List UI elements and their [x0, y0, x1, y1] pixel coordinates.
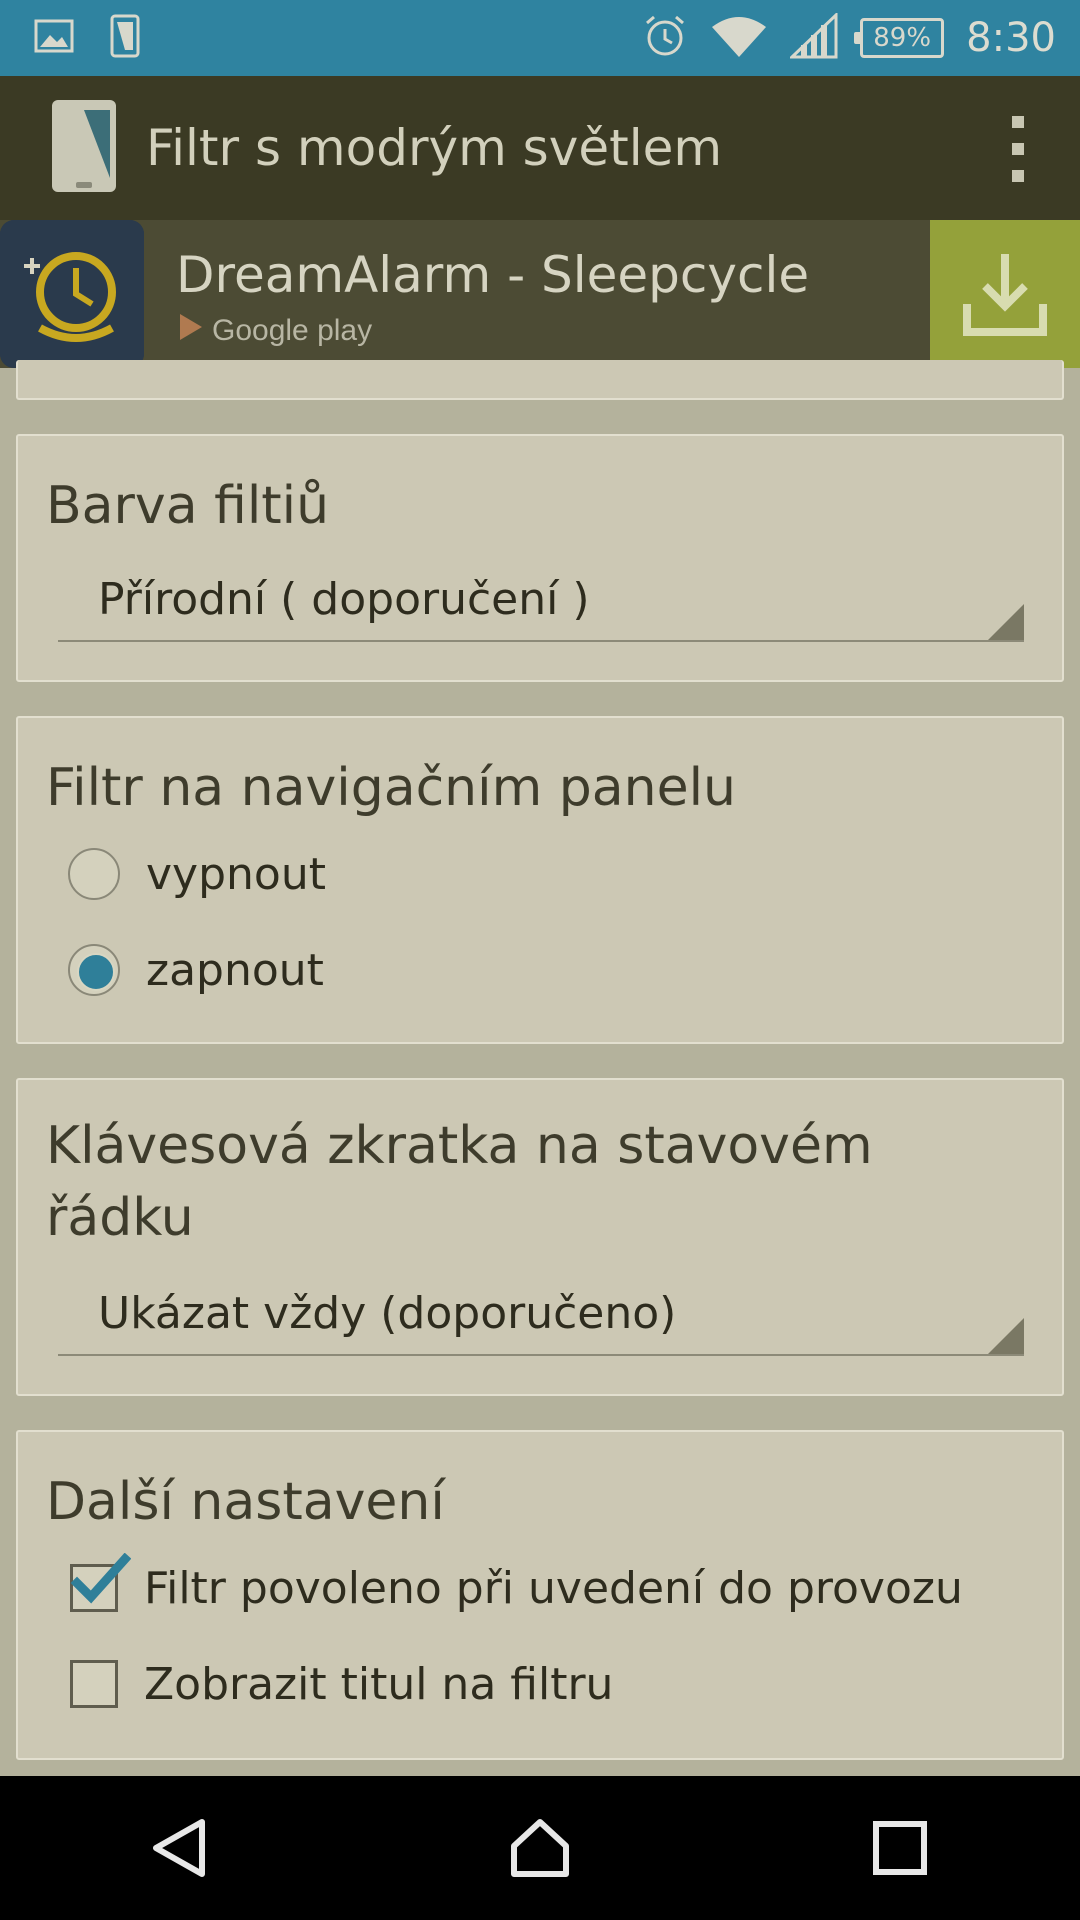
other-settings-title: Další nastavení	[46, 1472, 445, 1532]
action-bar: Filtr s modrým světlem	[0, 76, 1080, 220]
filter-color-value: Přírodní ( doporučení )	[98, 574, 590, 625]
phone-icon	[110, 14, 140, 62]
radio-option-off[interactable]: vypnout	[68, 844, 326, 904]
radio-option-on[interactable]: zapnout	[68, 940, 324, 1000]
ad-store-badge: Google play	[178, 312, 372, 350]
checkbox-title-label: Zobrazit titul na filtru	[144, 1658, 614, 1710]
radio-on-icon[interactable]	[68, 944, 120, 996]
back-button[interactable]	[120, 1788, 240, 1908]
checkbox-option-title[interactable]: Zobrazit titul na filtru	[70, 1654, 613, 1714]
radio-off-icon[interactable]	[68, 848, 120, 900]
home-icon	[511, 1819, 569, 1877]
shortcut-dropdown[interactable]: Ukázat vždy (doporučeno)	[58, 1280, 1024, 1356]
dropdown-arrow-icon	[988, 1318, 1024, 1354]
previous-card-fragment	[16, 360, 1064, 400]
dropdown-arrow-icon	[988, 604, 1024, 640]
recents-button[interactable]	[840, 1788, 960, 1908]
checkbox-checked-icon[interactable]	[70, 1553, 131, 1612]
overflow-menu-icon[interactable]	[1000, 116, 1036, 182]
checkbox-unchecked-icon[interactable]	[70, 1660, 118, 1708]
checkbox-enable-label: Filtr povoleno při uvedení do provozu	[144, 1562, 963, 1614]
other-settings-card: Další nastavení Filtr povoleno při uvede…	[16, 1430, 1064, 1760]
nav-filter-card: Filtr na navigačním panelu vypnout zapno…	[16, 716, 1064, 1044]
alarm-icon	[642, 13, 688, 63]
ad-app-icon	[0, 220, 144, 368]
battery-icon: 89%	[854, 18, 945, 58]
status-bar: 89% 8:30	[0, 0, 1080, 76]
filter-color-card: Barva filtiů Přírodní ( doporučení )	[16, 434, 1064, 682]
app-title: Filtr s modrým světlem	[146, 119, 723, 177]
recents-icon	[873, 1821, 927, 1875]
shortcut-value: Ukázat vždy (doporučeno)	[98, 1288, 677, 1339]
ad-store-label: Google play	[212, 314, 373, 347]
signal-icon	[788, 11, 838, 63]
checkbox-option-enable[interactable]: Filtr povoleno při uvedení do provozu	[70, 1553, 963, 1618]
ad-title: DreamAlarm - Sleepcycle	[176, 246, 810, 304]
wifi-icon	[710, 13, 768, 63]
nav-filter-title: Filtr na navigačním panelu	[46, 758, 736, 818]
gallery-icon	[34, 19, 74, 57]
status-time: 8:30	[966, 15, 1056, 61]
shortcut-card: Klávesová zkratka na stavovém řádku Ukáz…	[16, 1078, 1064, 1396]
battery-level: 89%	[873, 23, 932, 53]
filter-color-title: Barva filtiů	[46, 476, 330, 536]
home-button[interactable]	[480, 1788, 600, 1908]
radio-off-label: vypnout	[146, 848, 326, 900]
ad-banner[interactable]: DreamAlarm - Sleepcycle Google play	[0, 220, 1080, 368]
screen: 89% 8:30 Filtr s modrým světlem DreamAla…	[0, 0, 1080, 1920]
system-nav-bar	[0, 1776, 1080, 1920]
play-store-icon	[178, 312, 204, 350]
radio-on-label: zapnout	[146, 944, 324, 996]
ad-download-button[interactable]	[930, 220, 1080, 368]
shortcut-title: Klávesová zkratka na stavovém řádku	[46, 1116, 873, 1248]
app-icon	[50, 98, 118, 198]
filter-color-dropdown[interactable]: Přírodní ( doporučení )	[58, 566, 1024, 642]
back-icon	[153, 1819, 205, 1877]
download-icon	[963, 254, 1047, 336]
